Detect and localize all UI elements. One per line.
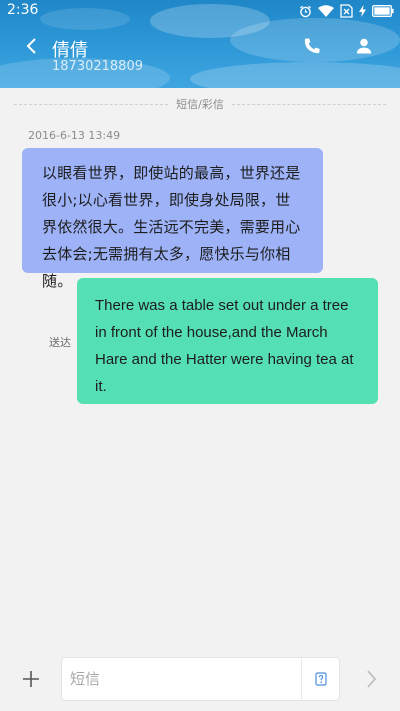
back-arrow-icon	[26, 38, 36, 54]
send-button[interactable]	[360, 668, 382, 690]
header-cloud	[190, 62, 400, 88]
charging-icon	[359, 5, 366, 17]
message-input[interactable]	[70, 658, 300, 700]
back-button[interactable]	[20, 34, 44, 58]
phone-icon	[304, 38, 320, 54]
contact-number: 18730218809	[52, 59, 143, 74]
person-icon	[356, 38, 372, 54]
alarm-icon	[300, 5, 311, 17]
plus-icon	[23, 671, 39, 687]
add-attachment-button[interactable]	[20, 668, 42, 690]
status-time: 2:36	[7, 2, 39, 18]
header-cloud	[40, 8, 130, 30]
delivery-status: 送达	[49, 336, 71, 349]
message-timestamp: 2016-6-13 13:49	[28, 129, 121, 142]
no-sim-icon	[340, 4, 353, 18]
message-text: 以眼看世界，即使站的最高，世界还是很小;以心看世界，即使身处局限，世界依然很大。…	[42, 164, 301, 290]
incoming-message-bubble[interactable]: 以眼看世界，即使站的最高，世界还是很小;以心看世界，即使身处局限，世界依然很大。…	[22, 148, 323, 290]
wifi-icon	[318, 5, 334, 17]
divider-label: 短信/彩信	[176, 98, 224, 111]
composer-bar	[0, 648, 400, 711]
sms-type-icon	[314, 672, 327, 686]
battery-icon	[372, 5, 394, 17]
sms-type-button[interactable]	[301, 658, 339, 700]
message-type-divider: 短信/彩信	[0, 96, 400, 112]
divider-line	[14, 103, 169, 105]
contact-info-button[interactable]	[352, 34, 376, 58]
send-chevron-icon	[367, 670, 377, 688]
conversation-header: 2:36 倩倩 18730218809	[0, 0, 400, 88]
message-box	[61, 657, 340, 701]
divider-line	[231, 103, 386, 105]
message-text: There was a table set out under a tree i…	[95, 297, 354, 395]
call-button[interactable]	[300, 34, 324, 58]
status-icons	[299, 3, 394, 19]
outgoing-message-bubble[interactable]: There was a table set out under a tree i…	[77, 278, 378, 404]
